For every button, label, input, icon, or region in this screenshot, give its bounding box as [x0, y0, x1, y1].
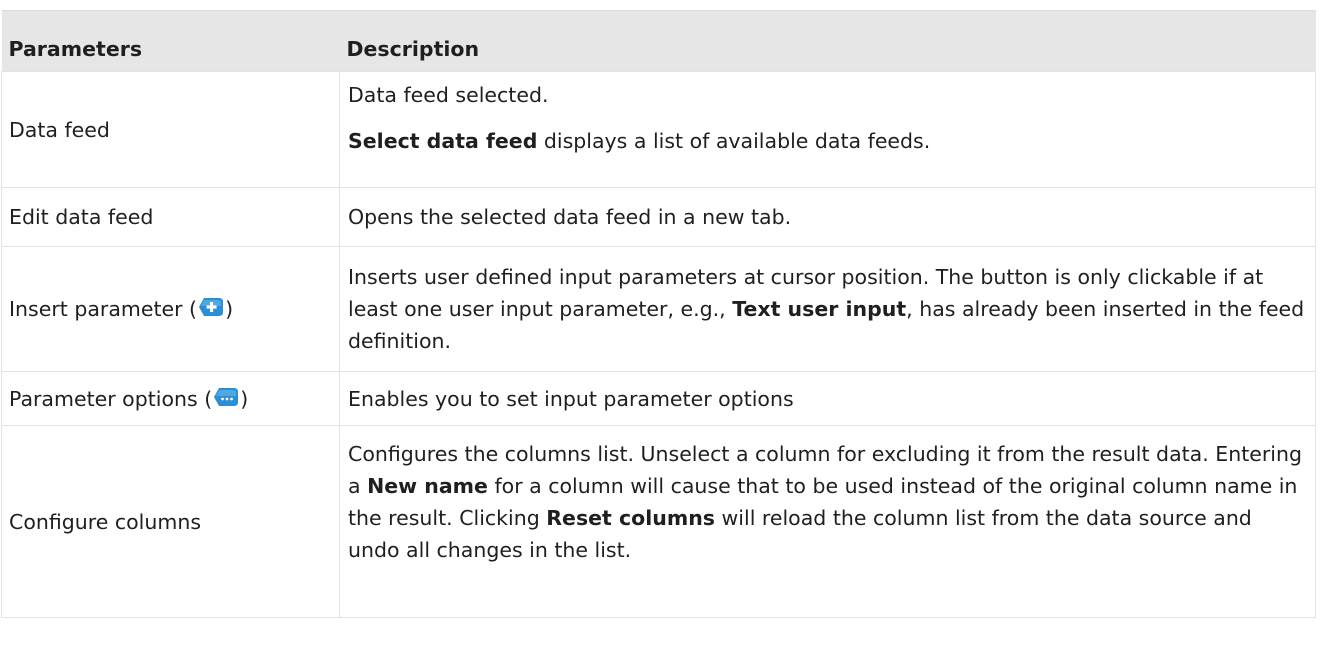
- bold-term: Select data feed: [348, 129, 538, 153]
- description-text: Data feed selected.: [348, 83, 549, 107]
- parameter-options-icon: [213, 385, 239, 407]
- description-cell: Enables you to set input parameter optio…: [339, 371, 1316, 426]
- parameter-cell: Data feed: [1, 71, 340, 188]
- table-row: Data feed Data feed selected. Select dat…: [1, 71, 1316, 188]
- bold-term: Reset columns: [546, 506, 716, 530]
- table-row: Edit data feed Opens the selected data f…: [1, 187, 1316, 247]
- bold-term: Text user input: [732, 297, 907, 321]
- description-cell: Opens the selected data feed in a new ta…: [339, 187, 1316, 247]
- description-text: Select data feed displays a list of avai…: [348, 125, 1309, 157]
- table-row: Parameter options () Enables you to set …: [1, 371, 1316, 426]
- parameter-cell: Insert parameter (): [1, 246, 340, 372]
- description-cell: Inserts user defined input parameters at…: [339, 246, 1316, 372]
- table-header-row: Parameters Description: [1, 10, 1316, 72]
- description-text-part: displays a list of available data feeds.: [537, 129, 931, 153]
- parameter-label: Insert parameter (: [9, 297, 198, 321]
- add-parameter-icon: [198, 295, 224, 317]
- document-body: Parameters Description Data feed Data fe…: [0, 0, 1321, 618]
- table-row: Insert parameter () Inserts user defined…: [1, 246, 1316, 372]
- description-cell: Configures the columns list. Unselect a …: [339, 425, 1316, 618]
- parameter-label-suffix: ): [225, 297, 234, 321]
- description-column-header: Description: [339, 10, 1316, 72]
- description-cell: Data feed selected. Select data feed dis…: [339, 71, 1316, 188]
- parameters-table: Parameters Description Data feed Data fe…: [1, 10, 1316, 618]
- parameters-column-header: Parameters: [1, 10, 340, 72]
- bold-term: New name: [367, 474, 488, 498]
- parameter-cell: Edit data feed: [1, 187, 340, 247]
- parameter-label-suffix: ): [240, 386, 249, 411]
- parameter-cell: Parameter options (): [1, 371, 340, 426]
- parameter-label: Parameter options (: [9, 386, 213, 411]
- parameter-cell: Configure columns: [1, 425, 340, 618]
- table-row: Configure columns Configures the columns…: [1, 425, 1316, 618]
